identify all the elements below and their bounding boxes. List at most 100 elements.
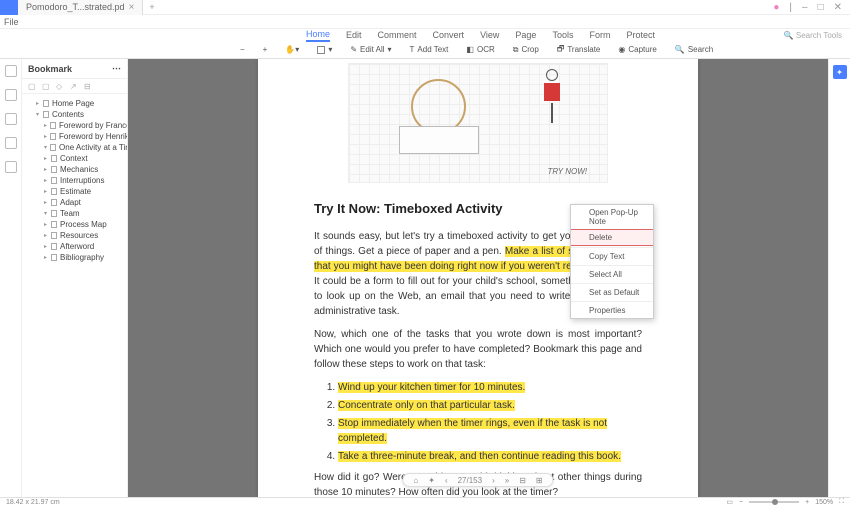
expand-icon[interactable]: ▸	[44, 133, 47, 140]
ribbon-tab-convert[interactable]: Convert	[433, 29, 465, 41]
bookmark-label: Mechanics	[60, 165, 98, 174]
bookmark-tool-3-icon[interactable]: ◇	[56, 82, 64, 90]
expand-icon[interactable]: ▸	[44, 155, 48, 162]
maximize-button[interactable]: □	[818, 2, 824, 13]
expand-icon[interactable]: ▸	[44, 232, 48, 239]
page-indicator[interactable]: 27/153	[458, 476, 482, 485]
expand-icon[interactable]: ▾	[44, 144, 47, 151]
expand-icon[interactable]: ▸	[44, 177, 48, 184]
status-bar: 18.42 x 21.97 cm	[0, 497, 850, 507]
capture-button[interactable]: ◉ Capture	[618, 45, 656, 54]
user-icon[interactable]: ●	[773, 2, 779, 13]
expand-icon[interactable]: ▸	[44, 254, 48, 261]
nav-layout-1-icon[interactable]: ⊟	[519, 476, 526, 485]
nav-layout-2-icon[interactable]: ⊞	[536, 476, 543, 485]
bookmark-item[interactable]: ▸Process Map	[22, 219, 127, 230]
panel-menu-icon[interactable]: ⋯	[112, 63, 121, 74]
zoom-slider[interactable]	[749, 501, 799, 503]
view-mode-icon[interactable]: ▭	[726, 498, 733, 506]
zoom-out-button[interactable]: −	[240, 45, 245, 54]
ribbon-tab-comment[interactable]: Comment	[378, 29, 417, 41]
highlight-step-4[interactable]: Take a three-minute break, and then cont…	[338, 451, 621, 462]
expand-icon[interactable]: ▸	[44, 188, 48, 195]
bookmark-tool-4-icon[interactable]: ↗	[70, 82, 78, 90]
context-menu-item[interactable]: Properties	[571, 303, 653, 318]
bookmark-item[interactable]: ▸Foreword by Henrik Kniberg	[22, 131, 127, 142]
ribbon-tab-tools[interactable]: Tools	[552, 29, 573, 41]
ribbon-tab-protect[interactable]: Protect	[626, 29, 655, 41]
attachments-icon[interactable]	[5, 113, 17, 125]
ribbon-tab-edit[interactable]: Edit	[346, 29, 362, 41]
document-tab[interactable]: Pomodoro_T...strated.pd ×	[18, 0, 143, 15]
bookmark-item[interactable]: ▸Adapt	[22, 197, 127, 208]
bookmark-item[interactable]: ▸Bibliography	[22, 252, 127, 263]
fullscreen-icon[interactable]: ⛶	[839, 498, 844, 506]
ribbon-tab-page[interactable]: Page	[515, 29, 536, 41]
highlight-step-2[interactable]: Concentrate only on that particular task…	[338, 400, 515, 411]
ribbon-tab-view[interactable]: View	[480, 29, 499, 41]
search-tools[interactable]: 🔍 Search Tools	[784, 31, 850, 40]
nav-fit-icon[interactable]: ✦	[428, 476, 435, 485]
bookmark-item[interactable]: ▸Estimate	[22, 186, 127, 197]
context-menu-item[interactable]: Copy Text	[571, 249, 653, 264]
expand-icon[interactable]: ▸	[44, 243, 48, 250]
nav-last-icon[interactable]: »	[505, 476, 509, 485]
context-menu-item[interactable]: Open Pop-Up Note	[571, 205, 653, 229]
zoom-out-icon[interactable]: −	[739, 499, 743, 506]
context-menu-item[interactable]: Select All	[571, 267, 653, 282]
bookmark-item[interactable]: ▸Home Page	[22, 98, 127, 109]
menu-file[interactable]: File	[4, 17, 19, 27]
bookmark-item[interactable]: ▸Interruptions	[22, 175, 127, 186]
add-text-button[interactable]: T Add Text	[410, 45, 449, 54]
bookmark-label: Team	[60, 209, 80, 218]
bookmark-item[interactable]: ▸Afterword	[22, 241, 127, 252]
tab-title: Pomodoro_T...strated.pd	[26, 2, 125, 12]
nav-next-icon[interactable]: ›	[492, 476, 495, 485]
context-menu-item[interactable]: Delete	[571, 229, 653, 246]
bookmark-item[interactable]: ▸Foreword by Francesco Cirillo	[22, 120, 127, 131]
expand-icon[interactable]: ▸	[44, 122, 47, 129]
expand-icon[interactable]: ▸	[44, 199, 48, 206]
bookmark-tool-2-icon[interactable]: ▢	[42, 82, 50, 90]
bookmark-item[interactable]: ▸ Mechanics	[22, 164, 127, 175]
search-panel-icon[interactable]	[5, 161, 17, 173]
translate-button[interactable]: 🗗 Translate	[557, 43, 601, 57]
expand-icon[interactable]: ▸	[44, 221, 48, 228]
bookmark-item[interactable]: ▸Context	[22, 153, 127, 164]
expand-icon[interactable]: ▾	[44, 210, 48, 217]
search-button[interactable]: 🔍 Search	[675, 45, 713, 54]
edit-all-button[interactable]: ✎ Edit All▾	[350, 45, 391, 54]
nav-prev-icon[interactable]: ‹	[445, 476, 448, 485]
select-tool[interactable]: ▾	[317, 45, 332, 54]
ribbon-tab-home[interactable]: Home	[306, 28, 330, 42]
bookmark-item[interactable]: ▾One Activity at a Time	[22, 142, 127, 153]
thumbnails-icon[interactable]	[5, 65, 17, 77]
bookmark-tools: ▢ ▢ ◇ ↗ ⊟	[22, 79, 127, 94]
bookmark-item[interactable]: ▾Contents	[22, 109, 127, 120]
new-tab-button[interactable]: +	[143, 2, 160, 12]
zoom-in-button[interactable]: +	[263, 45, 268, 54]
ribbon-tab-form[interactable]: Form	[589, 29, 610, 41]
highlight-step-3[interactable]: Stop immediately when the timer rings, e…	[338, 418, 607, 444]
expand-icon[interactable]: ▸	[36, 100, 40, 107]
comments-icon[interactable]	[5, 137, 17, 149]
close-button[interactable]: ✕	[834, 2, 842, 13]
highlight-step-1[interactable]: Wind up your kitchen timer for 10 minute…	[338, 382, 525, 393]
bookmark-icon[interactable]	[5, 89, 17, 101]
crop-button[interactable]: ⧉ Crop	[513, 45, 539, 55]
bookmark-item[interactable]: ▸Resources	[22, 230, 127, 241]
minimize-button[interactable]: –	[802, 2, 808, 13]
zoom-in-icon[interactable]: +	[805, 499, 809, 506]
context-menu-item[interactable]: Set as Default	[571, 285, 653, 300]
bookmark-tool-5-icon[interactable]: ⊟	[84, 82, 92, 90]
expand-icon[interactable]: ▸	[44, 166, 48, 173]
document-viewport[interactable]: TRY NOW! Try It Now: Timeboxed Activity …	[128, 59, 828, 497]
hand-tool[interactable]: ✋▾	[285, 45, 299, 54]
tab-close-icon[interactable]: ×	[129, 2, 135, 13]
nav-home-icon[interactable]: ⌂	[413, 476, 418, 485]
right-rail-button[interactable]: ✦	[833, 65, 847, 79]
add-bookmark-icon[interactable]: ▢	[28, 82, 36, 90]
ocr-button[interactable]: ◧ OCR	[466, 45, 494, 54]
bookmark-item[interactable]: ▾ Team	[22, 208, 127, 219]
expand-icon[interactable]: ▾	[36, 111, 40, 118]
